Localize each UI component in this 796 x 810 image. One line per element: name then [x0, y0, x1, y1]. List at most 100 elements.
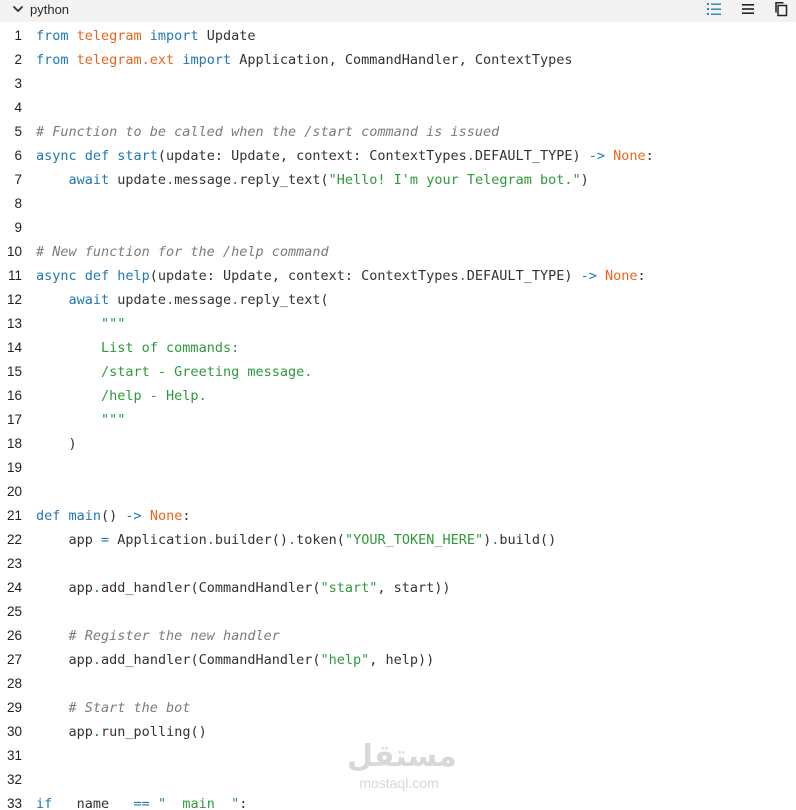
code-token: message: [174, 172, 232, 188]
code-text: # Start the bot: [36, 696, 191, 720]
code-token: telegram: [76, 28, 142, 44]
code-token: main: [68, 508, 102, 524]
line-number: 10: [6, 244, 22, 259]
line-number: 8: [14, 196, 22, 211]
numbered-list-icon[interactable]: [706, 1, 722, 17]
line-number: 30: [6, 724, 22, 739]
code-token: :: [239, 796, 248, 810]
code-token: """: [101, 412, 126, 428]
code-token: /start - Greeting message.: [101, 364, 313, 380]
line-number: 27: [6, 652, 22, 667]
code-token: ->: [125, 508, 150, 524]
code-token: ): [580, 172, 589, 188]
line-number: 25: [6, 604, 22, 619]
code-line: 6 async def start(update: Update, context…: [0, 144, 796, 168]
code-line: 9: [0, 216, 796, 240]
code-text: """: [36, 312, 125, 336]
code-line: 10 # New function for the /help command: [0, 240, 796, 264]
line-number: 23: [6, 556, 22, 571]
code-text: app = Application.builder().token("YOUR_…: [36, 528, 557, 552]
code-token: token(: [296, 532, 345, 548]
line-number: 16: [6, 388, 22, 403]
code-token: await: [68, 292, 110, 308]
code-text: List of commands:: [36, 336, 239, 360]
code-token: # Function to be called when the /start …: [36, 124, 500, 140]
code-token: .: [288, 532, 297, 548]
code-token: # New function for the /help command: [36, 244, 329, 260]
code-token: "YOUR_TOKEN_HERE": [344, 532, 484, 548]
code-text: if __name__ == "__main__":: [36, 792, 247, 810]
code-text: app.run_polling(): [36, 720, 207, 744]
line-number: 11: [7, 268, 22, 283]
line-number: 28: [6, 676, 22, 691]
code-token: "start": [320, 580, 378, 596]
code-token: help: [117, 268, 150, 284]
code-token: "__main__": [157, 796, 240, 810]
code-text: def main() -> None:: [36, 504, 190, 528]
code-line: 28: [0, 672, 796, 696]
chevron-down-icon[interactable]: [12, 3, 24, 15]
code-text: await update.message.reply_text(: [36, 288, 329, 312]
code-text: from telegram.ext import Application, Co…: [36, 48, 572, 72]
code-text: app.add_handler(CommandHandler("help", h…: [36, 648, 435, 672]
code-line: 19: [0, 456, 796, 480]
line-number: 20: [6, 484, 22, 499]
code-token: app: [36, 532, 102, 548]
code-text: ): [36, 432, 77, 456]
code-text: """: [36, 408, 125, 432]
code-token: ->: [588, 148, 614, 164]
code-token: reply_text(: [239, 172, 329, 188]
code-line: 14 List of commands:: [0, 336, 796, 360]
code-line: 20: [0, 480, 796, 504]
line-number: 3: [14, 76, 22, 91]
code-token: DEFAULT_TYPE): [466, 268, 581, 284]
code-line: 1 from telegram import Update: [0, 24, 796, 48]
code-token: Application, CommandHandler, ContextType…: [231, 52, 573, 68]
code-area[interactable]: 1 from telegram import Update 2 from telegr…: [0, 24, 796, 810]
line-number: 31: [6, 748, 22, 763]
code-token: :: [637, 268, 646, 284]
line-number: 32: [6, 772, 22, 787]
code-line: 3: [0, 72, 796, 96]
code-text: async def start(update: Update, context:…: [36, 144, 654, 168]
code-text: # New function for the /help command: [36, 240, 329, 264]
code-line: 8: [0, 192, 796, 216]
language-toggle[interactable]: python: [12, 0, 69, 18]
code-token: None: [604, 268, 638, 284]
code-token: =: [101, 532, 110, 548]
code-block-header: python: [0, 0, 796, 22]
code-token: (): [101, 508, 126, 524]
code-line: 29 # Start the bot: [0, 696, 796, 720]
code-line: 25: [0, 600, 796, 624]
wrap-lines-icon[interactable]: [740, 1, 756, 17]
code-line: 16 /help - Help.: [0, 384, 796, 408]
copy-icon[interactable]: [773, 1, 789, 17]
code-token: def: [36, 508, 69, 524]
code-line: 13 """: [0, 312, 796, 336]
line-number: 13: [6, 316, 22, 331]
line-number: 9: [14, 220, 22, 235]
line-number: 22: [6, 532, 22, 547]
code-line: 24 app.add_handler(CommandHandler("start…: [0, 576, 796, 600]
code-token: .: [92, 580, 102, 596]
code-text: /start - Greeting message.: [36, 360, 312, 384]
code-token: app: [36, 652, 93, 668]
code-token: start: [117, 148, 158, 164]
code-token: :: [182, 508, 191, 524]
code-token: # Start the bot: [68, 700, 191, 716]
code-token: .: [466, 148, 475, 164]
line-number: 15: [6, 364, 22, 379]
code-text: await update.message.reply_text("Hello! …: [36, 168, 589, 192]
code-token: None: [149, 508, 183, 524]
code-token: """: [101, 316, 126, 332]
code-line: 4: [0, 96, 796, 120]
code-token: builder(): [214, 532, 289, 548]
code-token: .: [166, 292, 175, 308]
code-line: 2 from telegram.ext import Application, C…: [0, 48, 796, 72]
code-token: Application: [109, 532, 207, 548]
code-token: add_handler(CommandHandler(: [101, 652, 321, 668]
